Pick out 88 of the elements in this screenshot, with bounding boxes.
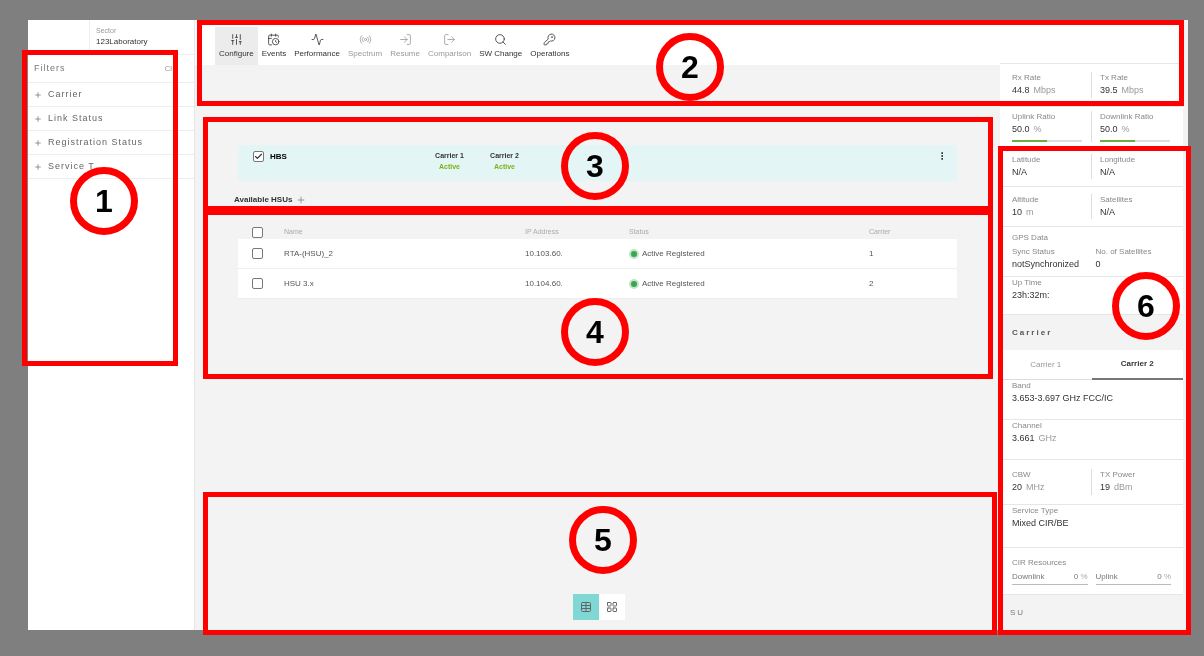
field-value: notSynchronized <box>1012 257 1081 271</box>
checkbox[interactable] <box>253 151 264 162</box>
toolbar-icon <box>358 32 372 46</box>
grid-icon <box>605 601 618 613</box>
field-value: 0 % <box>1157 571 1171 583</box>
toolbar-icon <box>310 32 324 46</box>
field-label: Downlink Ratio <box>1100 110 1155 123</box>
field-label: CBW <box>1012 469 1032 482</box>
field-label: Uplink Ratio <box>1012 110 1057 123</box>
field-value: 3.653-3.697 GHz FCC/IC <box>1012 392 1115 405</box>
field-value: 10 m <box>1012 205 1035 219</box>
grid-view-button[interactable] <box>598 594 625 620</box>
field-value: 20 MHz <box>1012 481 1046 495</box>
field-value: N/A <box>1100 165 1116 179</box>
field-value: 3.661 GHz <box>1012 432 1058 445</box>
field-label: Tx Rate <box>1100 72 1129 85</box>
field-value: 44.8 Mbps <box>1012 84 1057 98</box>
table-cell: 2 <box>869 277 874 290</box>
field-label: Up Time <box>1012 277 1043 289</box>
field-label: Altitude <box>1012 193 1040 206</box>
field-label: GPS Data <box>1012 231 1049 244</box>
field-label: TX Power <box>1100 469 1137 482</box>
table-cell: 10.103.60. <box>525 248 563 258</box>
toolbar-tab[interactable]: Operations <box>526 27 574 65</box>
filter-item[interactable]: Carrier <box>28 83 194 107</box>
field-label: Downlink <box>1012 571 1045 583</box>
filter-item[interactable]: Link Status <box>28 107 194 131</box>
field-label: Latitude <box>1012 153 1042 166</box>
sector-name: 123Laboratory <box>96 36 148 49</box>
table-cell-text: RTA-(HSU)_2 <box>284 247 335 260</box>
checkbox[interactable] <box>252 248 263 259</box>
field-value: Mixed CIR/BE <box>1012 517 1070 530</box>
toolbar-icon <box>398 32 412 46</box>
field-label: Satellites <box>1100 193 1134 206</box>
toolbar-tab[interactable]: Events <box>257 27 291 65</box>
field-value: 50.0 % <box>1012 122 1043 136</box>
field-label: Uplink <box>1095 571 1118 583</box>
toolbar-icon <box>443 32 457 46</box>
field-label: Service Type <box>1012 505 1060 517</box>
filter-item[interactable]: Service T <box>28 155 194 179</box>
field-label: Band <box>1012 380 1032 392</box>
toolbar-tab[interactable]: Configure <box>215 27 258 65</box>
annotation-number: 5 <box>569 506 637 574</box>
plus-icon <box>34 90 42 99</box>
toolbar-tab[interactable]: Performance <box>290 27 344 65</box>
toolbar-icon <box>229 32 243 46</box>
section-title: SU <box>1010 606 1026 619</box>
toolbar-icon <box>267 32 281 46</box>
hbs-name: HBS <box>270 151 288 163</box>
plus-icon <box>34 138 42 147</box>
toolbar-tab[interactable]: SW Change <box>475 27 527 65</box>
field-value: 0 <box>1095 257 1102 271</box>
field-value: 0 % <box>1073 571 1088 583</box>
field-label: CIR Resources <box>1012 557 1068 569</box>
table-view-button[interactable] <box>572 594 599 620</box>
table-cell: Active Registered <box>642 247 705 260</box>
filter-item[interactable]: Registration Status <box>28 131 194 155</box>
plus-icon <box>34 114 42 123</box>
status-icon <box>629 248 639 259</box>
section-title: Carrier <box>1012 326 1053 339</box>
annotation-number: 2 <box>656 33 724 101</box>
field-value: 39.5 Mbps <box>1100 84 1145 98</box>
section-title: Available HSUs <box>234 194 293 206</box>
table-cell: 10.104.60. <box>525 278 563 288</box>
field-value: 50.0 % <box>1100 122 1131 136</box>
table-cell-text: HSU 3.x <box>284 277 315 290</box>
field-value: 23h:32m: <box>1012 289 1051 302</box>
toolbar-icon <box>543 32 557 46</box>
field-value: N/A <box>1012 165 1028 179</box>
annotation-number: 4 <box>561 298 629 366</box>
field-label: Channel <box>1012 420 1043 432</box>
table-cell: 1 <box>869 247 874 260</box>
annotation-number: 3 <box>561 132 629 200</box>
annotation-number: 6 <box>1112 272 1180 340</box>
filters-title: Filters <box>34 61 66 75</box>
field-label: No. of Satellites <box>1095 245 1153 258</box>
field-label: Sync Status <box>1012 245 1056 258</box>
checkbox[interactable] <box>252 226 263 238</box>
checkbox[interactable] <box>252 278 263 289</box>
field-label: Longitude <box>1100 153 1137 166</box>
field-label: Rx Rate <box>1012 72 1042 85</box>
table-cell: Active Registered <box>642 277 705 290</box>
plus-icon <box>34 162 42 171</box>
status-icon <box>629 278 639 289</box>
field-value: 19 dBm <box>1100 481 1134 495</box>
toolbar-icon <box>494 32 508 46</box>
field-value: N/A <box>1100 205 1116 219</box>
table-icon <box>579 601 592 613</box>
